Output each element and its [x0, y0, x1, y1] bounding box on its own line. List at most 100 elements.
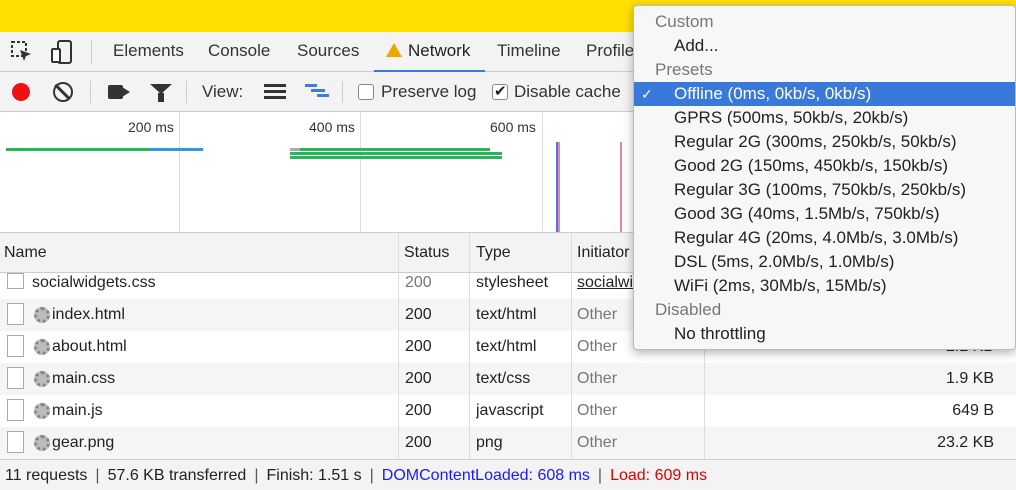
- network-summary-bar: 11 requests | 57.6 KB transferred | Finish: …: [0, 459, 1016, 490]
- column-type[interactable]: Type: [472, 233, 570, 273]
- capture-screenshots-icon[interactable]: [108, 85, 123, 99]
- record-button[interactable]: [12, 83, 30, 101]
- warning-icon: [386, 43, 402, 82]
- disable-cache-checkbox[interactable]: [492, 82, 508, 100]
- timeline-gridline: [179, 112, 180, 232]
- overview-icon[interactable]: [305, 84, 331, 102]
- tab-network[interactable]: Network: [374, 32, 485, 82]
- summary-dom-content-loaded: DOMContentLoaded: 608 ms: [381, 467, 590, 484]
- tab-network-label: Network: [408, 41, 471, 60]
- inspect-element-icon[interactable]: [10, 40, 34, 64]
- tabbar-separator: [91, 40, 92, 64]
- summary-transferred: 57.6 KB transferred: [107, 467, 247, 484]
- request-type: stylesheet: [476, 274, 549, 291]
- file-icon: [7, 273, 24, 289]
- tab-console[interactable]: Console: [208, 32, 270, 72]
- menu-item-preset[interactable]: ✓ Offline (0ms, 0kb/s, 0kb/s): [634, 82, 1015, 106]
- checkmark-icon: ✓: [641, 86, 653, 102]
- menu-item-preset[interactable]: Regular 2G (300ms, 250kb/s, 50kb/s): [634, 130, 1015, 154]
- menu-item-label: Offline (0ms, 0kb/s, 0kb/s): [674, 84, 872, 103]
- request-type: text/html: [476, 338, 537, 355]
- load-marker: [558, 142, 560, 232]
- summary-requests: 11 requests: [5, 467, 88, 484]
- column-divider[interactable]: [571, 233, 572, 468]
- request-initiator-link[interactable]: socialwi: [577, 273, 633, 299]
- table-row[interactable]: main.js 200 javascript Other 649 B: [0, 395, 1016, 427]
- request-size: 1.9 KB: [945, 370, 994, 387]
- timeline-bar: [290, 148, 300, 151]
- disable-cache-label: Disable cache: [514, 82, 621, 101]
- table-row[interactable]: gear.png 200 png Other 23.2 KB: [0, 427, 1016, 459]
- summary-separator: |: [597, 467, 603, 484]
- menu-item-preset[interactable]: Regular 4G (20ms, 4.0Mb/s, 3.0Mb/s): [634, 226, 1015, 250]
- load-marker: [620, 142, 622, 232]
- menu-item-preset[interactable]: WiFi (2ms, 30Mb/s, 15Mb/s): [634, 274, 1015, 298]
- menu-item-preset[interactable]: GPRS (500ms, 50kb/s, 20kb/s): [634, 106, 1015, 130]
- request-status: 200: [405, 274, 432, 291]
- menu-item-preset[interactable]: Regular 3G (100ms, 750kb/s, 250kb/s): [634, 178, 1015, 202]
- request-status: 200: [405, 402, 432, 419]
- file-icon: [7, 399, 24, 421]
- request-initiator: Other: [577, 370, 618, 387]
- service-worker-gear-icon: [34, 435, 50, 451]
- preserve-log-label: Preserve log: [381, 82, 477, 101]
- preserve-log-checkbox[interactable]: [358, 84, 374, 100]
- file-icon: [7, 335, 24, 357]
- filter-icon[interactable]: [150, 84, 172, 102]
- menu-header-custom: Custom: [655, 12, 714, 31]
- tab-profiles[interactable]: Profile: [586, 32, 634, 72]
- summary-finish: Finish: 1.51 s: [266, 467, 362, 484]
- summary-separator: |: [254, 467, 259, 484]
- toolbar-separator: [342, 81, 343, 103]
- timeline-bar: [290, 152, 502, 155]
- timeline-tick-label: 600 ms: [490, 119, 536, 135]
- request-status: 200: [405, 434, 432, 451]
- timeline-bar: [150, 148, 203, 151]
- tab-elements[interactable]: Elements: [113, 32, 184, 72]
- request-size: 649 B: [952, 402, 994, 419]
- request-name: socialwidgets.css: [32, 274, 156, 291]
- column-name[interactable]: Name: [0, 233, 398, 273]
- menu-item-preset[interactable]: Good 2G (150ms, 450kb/s, 150kb/s): [634, 154, 1015, 178]
- menu-header-disabled: Disabled: [655, 300, 722, 319]
- menu-item-add[interactable]: Add...: [634, 34, 1015, 58]
- timeline-bar: [290, 148, 490, 151]
- request-size: 23.2 KB: [937, 434, 994, 451]
- file-icon: [7, 303, 24, 325]
- view-label: View:: [202, 82, 244, 101]
- timeline-tick-label: 400 ms: [309, 119, 355, 135]
- request-name: main.js: [52, 402, 103, 419]
- request-type: text/html: [476, 306, 537, 323]
- device-mode-icon[interactable]: [50, 40, 74, 64]
- request-initiator: Other: [577, 306, 618, 323]
- service-worker-gear-icon: [34, 403, 50, 419]
- summary-load: Load: 609 ms: [610, 467, 708, 484]
- request-initiator: Other: [577, 434, 618, 451]
- request-status: 200: [405, 306, 432, 323]
- request-name: main.css: [52, 370, 116, 387]
- request-name: about.html: [52, 338, 127, 355]
- service-worker-gear-icon: [34, 371, 50, 387]
- menu-item-preset[interactable]: Good 3G (40ms, 1.5Mb/s, 750kb/s): [634, 202, 1015, 226]
- menu-item-preset[interactable]: DSL (5ms, 2.0Mb/s, 1.0Mb/s): [634, 250, 1015, 274]
- clear-button[interactable]: [53, 82, 73, 102]
- summary-separator: |: [95, 467, 100, 484]
- column-status[interactable]: Status: [400, 233, 468, 273]
- file-icon: [7, 367, 24, 389]
- timeline-bar: [290, 156, 502, 159]
- column-divider[interactable]: [398, 233, 399, 468]
- menu-item-no-throttling[interactable]: No throttling: [634, 322, 1015, 346]
- large-rows-icon[interactable]: [264, 84, 286, 100]
- tab-timeline[interactable]: Timeline: [497, 32, 561, 72]
- request-type: png: [476, 434, 503, 451]
- timeline-tick-label: 200 ms: [128, 119, 174, 135]
- request-status: 200: [405, 338, 432, 355]
- request-name: gear.png: [52, 434, 115, 451]
- request-initiator: Other: [577, 338, 618, 355]
- tab-sources[interactable]: Sources: [297, 32, 359, 72]
- toolbar-separator: [90, 81, 91, 103]
- table-row[interactable]: main.css 200 text/css Other 1.9 KB: [0, 363, 1016, 395]
- network-throttling-dropdown: Custom Add... Presets ✓ Offline (0ms, 0kb…: [633, 5, 1016, 350]
- service-worker-gear-icon: [34, 339, 50, 355]
- column-divider[interactable]: [469, 233, 470, 468]
